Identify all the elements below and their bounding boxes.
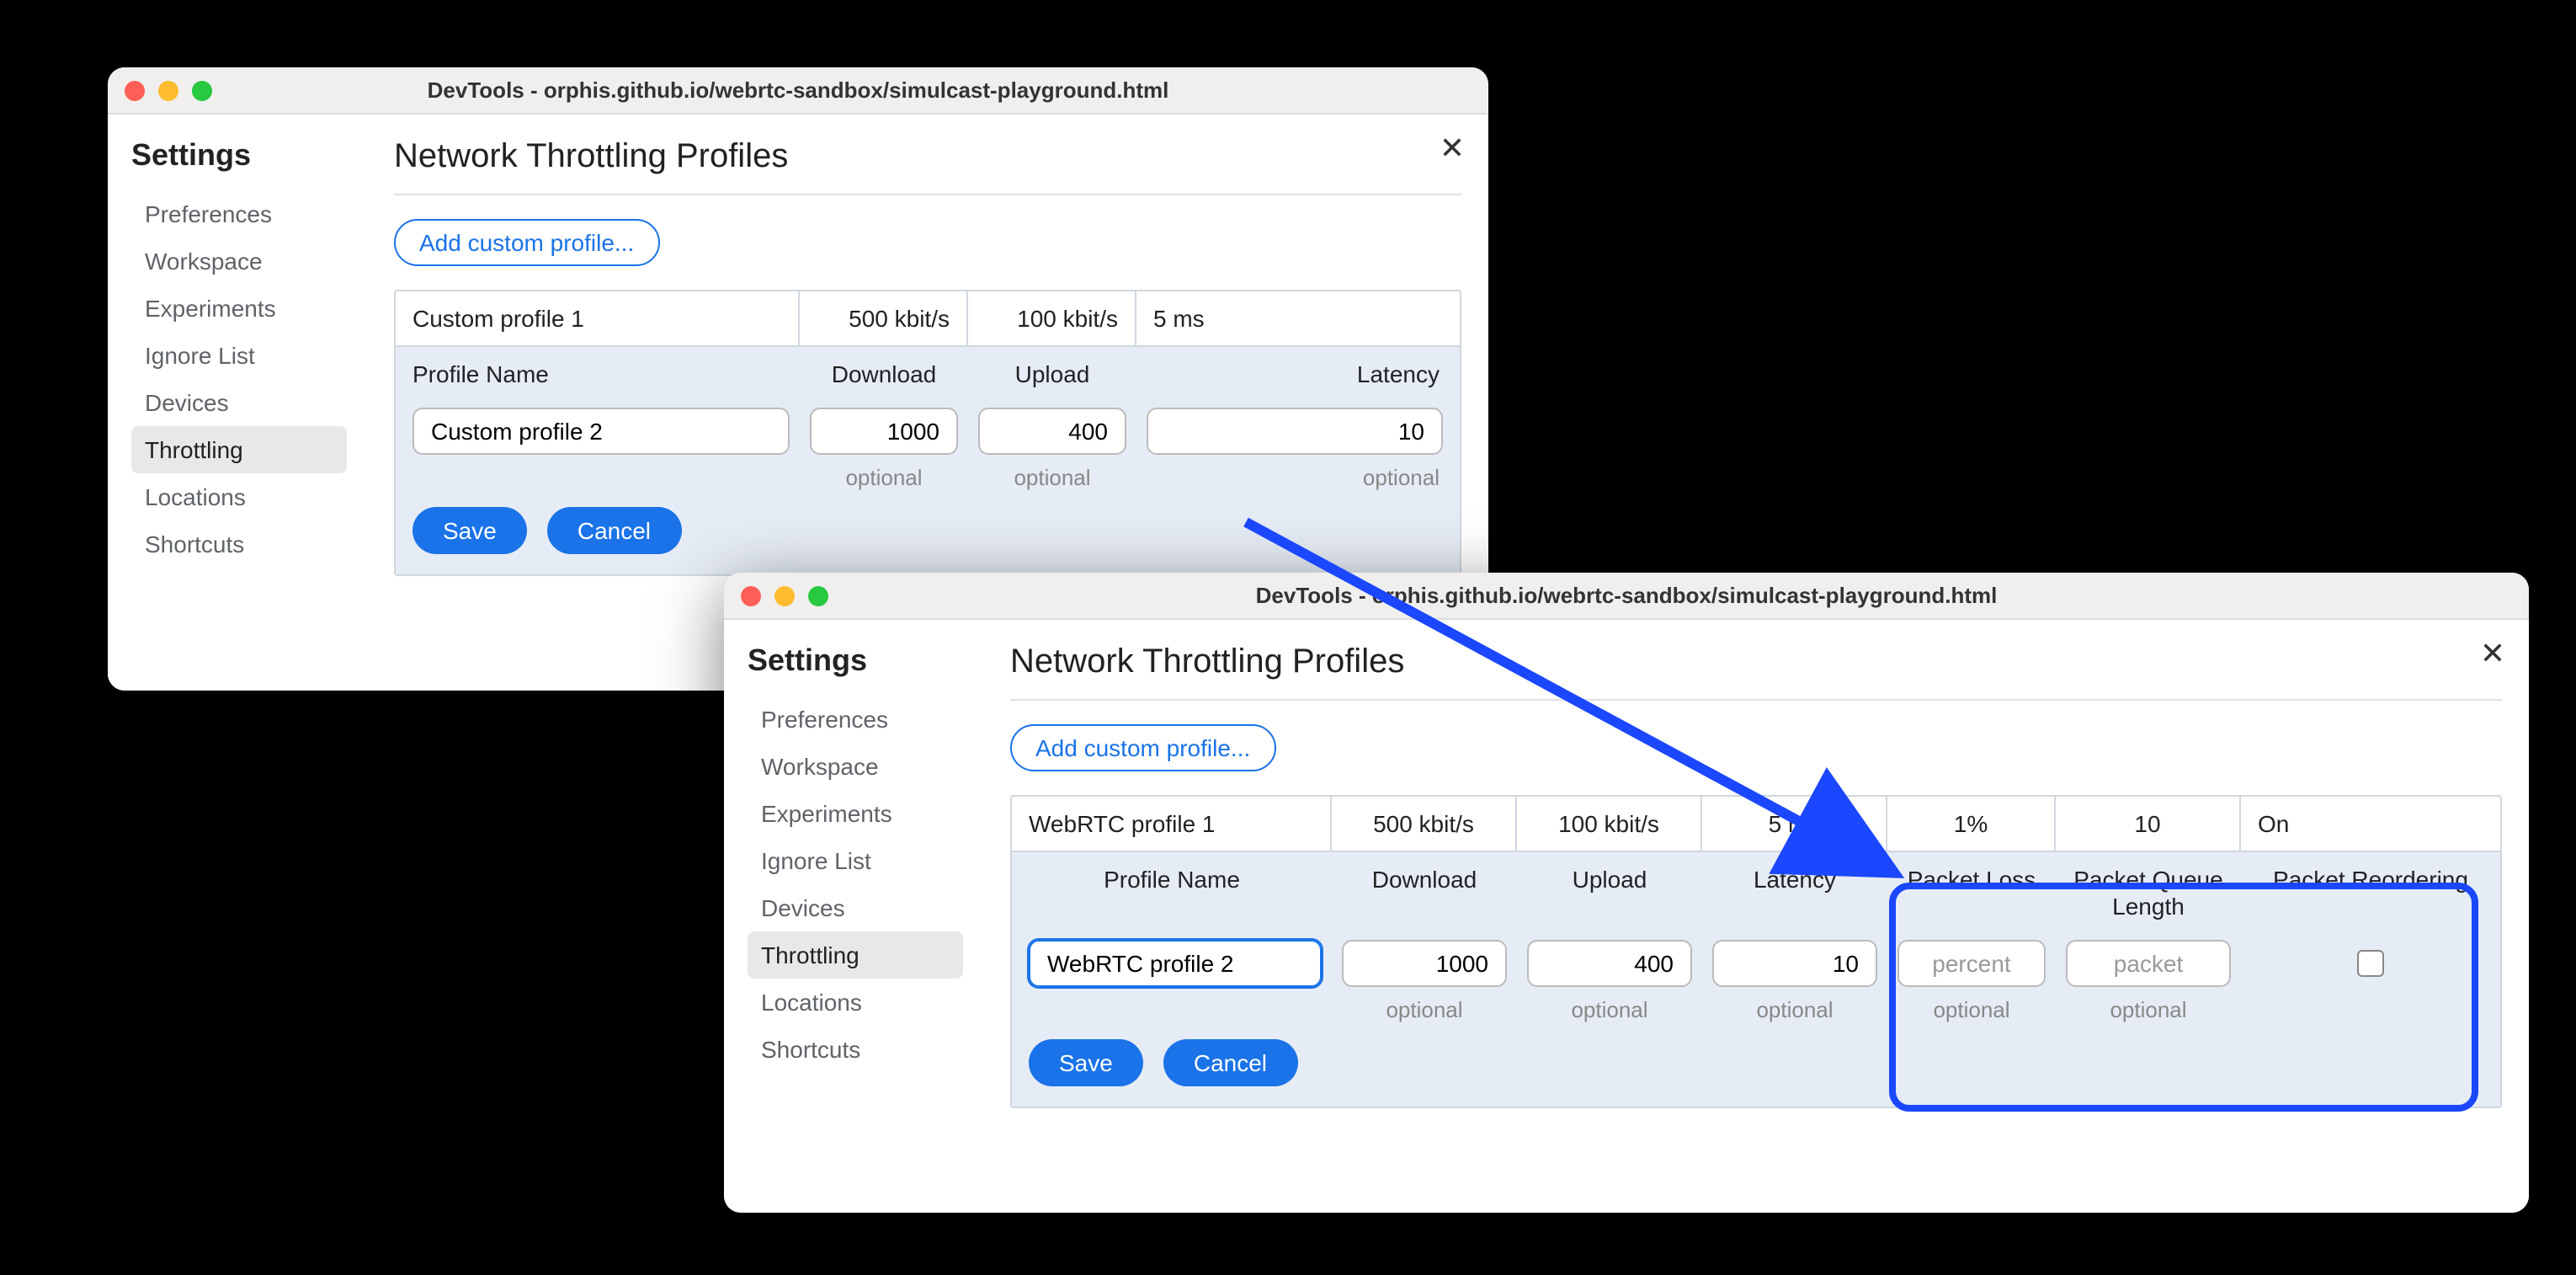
window-title: DevTools - orphis.github.io/webrtc-sandb…: [724, 583, 2529, 608]
titlebar[interactable]: DevTools - orphis.github.io/webrtc-sandb…: [724, 573, 2529, 620]
sidebar-item-preferences[interactable]: Preferences: [131, 190, 347, 237]
profiles-table: Custom profile 1 500 kbit/s 100 kbit/s 5…: [394, 290, 1461, 576]
titlebar[interactable]: DevTools - orphis.github.io/webrtc-sandb…: [108, 67, 1488, 115]
cell-latency: 5 ms: [1136, 291, 1460, 345]
header-download: Download: [1332, 852, 1517, 933]
hint-optional: optional: [1702, 994, 1887, 1039]
sidebar-item-ignore-list[interactable]: Ignore List: [131, 332, 347, 379]
sidebar-title: Settings: [131, 138, 360, 173]
save-button[interactable]: Save: [1029, 1039, 1143, 1086]
hint-optional: optional: [800, 461, 968, 507]
upload-input[interactable]: [978, 408, 1126, 455]
hint-optional: optional: [1332, 994, 1517, 1039]
page-title: Network Throttling Profiles: [394, 138, 1461, 195]
cancel-button[interactable]: Cancel: [547, 507, 681, 554]
close-settings-icon[interactable]: ✕: [1440, 131, 1465, 167]
upload-input[interactable]: [1527, 940, 1692, 987]
hint-optional: optional: [968, 461, 1136, 507]
profile-name-input[interactable]: [1029, 940, 1322, 987]
sidebar-item-throttling[interactable]: Throttling: [131, 426, 347, 473]
sidebar-item-locations[interactable]: Locations: [748, 979, 963, 1026]
sidebar-item-workspace[interactable]: Workspace: [748, 743, 963, 790]
sidebar-item-shortcuts[interactable]: Shortcuts: [131, 520, 347, 568]
cell-queue-length: 10: [2056, 797, 2241, 851]
cancel-button[interactable]: Cancel: [1163, 1039, 1297, 1086]
cell-profile-name: WebRTC profile 1: [1012, 797, 1332, 851]
profiles-table: WebRTC profile 1 500 kbit/s 100 kbit/s 5…: [1010, 795, 2502, 1108]
sidebar-item-experiments[interactable]: Experiments: [748, 790, 963, 837]
hint-optional: optional: [1136, 461, 1460, 507]
devtools-window-new: DevTools - orphis.github.io/webrtc-sandb…: [724, 573, 2529, 1213]
hint-optional: optional: [2056, 994, 2241, 1039]
header-profile-name: Profile Name: [1012, 852, 1332, 933]
download-input[interactable]: [810, 408, 958, 455]
add-custom-profile-button[interactable]: Add custom profile...: [394, 219, 659, 266]
header-profile-name: Profile Name: [396, 347, 800, 401]
settings-sidebar: Settings Preferences Workspace Experimen…: [108, 115, 360, 691]
packet-reordering-checkbox[interactable]: [2357, 950, 2384, 977]
sidebar-item-preferences[interactable]: Preferences: [748, 696, 963, 743]
header-latency: Latency: [1136, 347, 1460, 401]
sidebar-item-ignore-list[interactable]: Ignore List: [748, 837, 963, 884]
latency-input[interactable]: [1147, 408, 1443, 455]
add-custom-profile-button[interactable]: Add custom profile...: [1010, 724, 1275, 771]
sidebar-item-experiments[interactable]: Experiments: [131, 285, 347, 332]
sidebar-item-throttling[interactable]: Throttling: [748, 931, 963, 979]
profile-name-input[interactable]: [412, 408, 790, 455]
cell-profile-name: Custom profile 1: [396, 291, 800, 345]
cell-upload: 100 kbit/s: [1517, 797, 1702, 851]
sidebar-item-devices[interactable]: Devices: [748, 884, 963, 931]
download-input[interactable]: [1342, 940, 1507, 987]
table-row[interactable]: WebRTC profile 1 500 kbit/s 100 kbit/s 5…: [1012, 797, 2500, 852]
cell-latency: 5 ms: [1702, 797, 1887, 851]
header-download: Download: [800, 347, 968, 401]
table-row[interactable]: Custom profile 1 500 kbit/s 100 kbit/s 5…: [396, 291, 1460, 347]
edit-profile-panel: Profile Name Download Upload Latency Pac…: [1012, 852, 2500, 1107]
sidebar-item-workspace[interactable]: Workspace: [131, 237, 347, 285]
header-packet-loss: Packet Loss: [1887, 852, 2056, 933]
sidebar-item-shortcuts[interactable]: Shortcuts: [748, 1026, 963, 1073]
header-upload: Upload: [1517, 852, 1702, 933]
page-title: Network Throttling Profiles: [1010, 643, 2502, 701]
header-upload: Upload: [968, 347, 1136, 401]
hint-optional: optional: [1887, 994, 2056, 1039]
cell-upload: 100 kbit/s: [968, 291, 1136, 345]
queue-length-input[interactable]: [2066, 940, 2231, 987]
cell-download: 500 kbit/s: [800, 291, 968, 345]
packet-loss-input[interactable]: [1897, 940, 2046, 987]
sidebar-title: Settings: [748, 643, 977, 679]
close-settings-icon[interactable]: ✕: [2480, 637, 2505, 672]
header-latency: Latency: [1702, 852, 1887, 933]
sidebar-item-devices[interactable]: Devices: [131, 379, 347, 426]
sidebar-item-locations[interactable]: Locations: [131, 473, 347, 520]
header-queue-length: Packet Queue Length: [2056, 852, 2241, 933]
cell-reordering: On: [2241, 797, 2500, 851]
cell-download: 500 kbit/s: [1332, 797, 1517, 851]
cell-packet-loss: 1%: [1887, 797, 2056, 851]
latency-input[interactable]: [1712, 940, 1877, 987]
settings-sidebar: Settings Preferences Workspace Experimen…: [724, 620, 977, 1213]
edit-profile-panel: Profile Name Download Upload Latency: [396, 347, 1460, 574]
window-title: DevTools - orphis.github.io/webrtc-sandb…: [108, 77, 1488, 103]
header-reordering: Packet Reordering: [2241, 852, 2500, 933]
save-button[interactable]: Save: [412, 507, 527, 554]
hint-optional: optional: [1517, 994, 1702, 1039]
